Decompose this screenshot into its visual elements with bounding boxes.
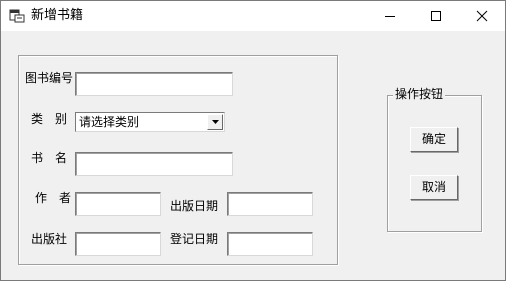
maximize-button[interactable]	[413, 1, 459, 31]
chevron-down-icon	[212, 120, 219, 124]
app-icon	[9, 9, 25, 23]
publisher-input[interactable]	[75, 232, 161, 256]
book-id-label: 图书编号	[25, 71, 74, 85]
reg-date-label: 登记日期	[170, 232, 219, 246]
author-label: 作 者	[35, 191, 72, 205]
category-label: 类 别	[31, 112, 68, 126]
maximize-icon	[431, 11, 441, 21]
pub-date-input[interactable]	[227, 192, 313, 216]
title-input[interactable]	[75, 152, 233, 176]
category-dropdown-button[interactable]	[207, 114, 223, 130]
close-button[interactable]	[459, 1, 505, 31]
book-id-input[interactable]	[75, 72, 233, 96]
pub-date-label: 出版日期	[170, 199, 219, 213]
confirm-button[interactable]: 确定	[410, 127, 458, 152]
publisher-label: 出版社	[31, 232, 68, 246]
close-icon	[476, 10, 488, 22]
category-select[interactable]: 请选择类别	[75, 112, 225, 132]
cancel-button[interactable]: 取消	[410, 175, 458, 200]
actions-group-legend: 操作按钮	[393, 87, 446, 101]
reg-date-input[interactable]	[227, 232, 313, 256]
author-input[interactable]	[75, 192, 161, 216]
dialog-window: 新增书籍 图书编号 类 别 请选择类别 书 名 作 者 出版日期 出版社 登记日…	[0, 0, 506, 281]
minimize-icon	[385, 16, 395, 17]
title-label: 书 名	[31, 151, 68, 165]
actions-group	[387, 95, 482, 232]
category-select-value: 请选择类别	[79, 115, 140, 129]
minimize-button[interactable]	[367, 1, 413, 31]
title-bar[interactable]: 新增书籍	[1, 1, 505, 31]
window-title: 新增书籍	[31, 8, 84, 23]
